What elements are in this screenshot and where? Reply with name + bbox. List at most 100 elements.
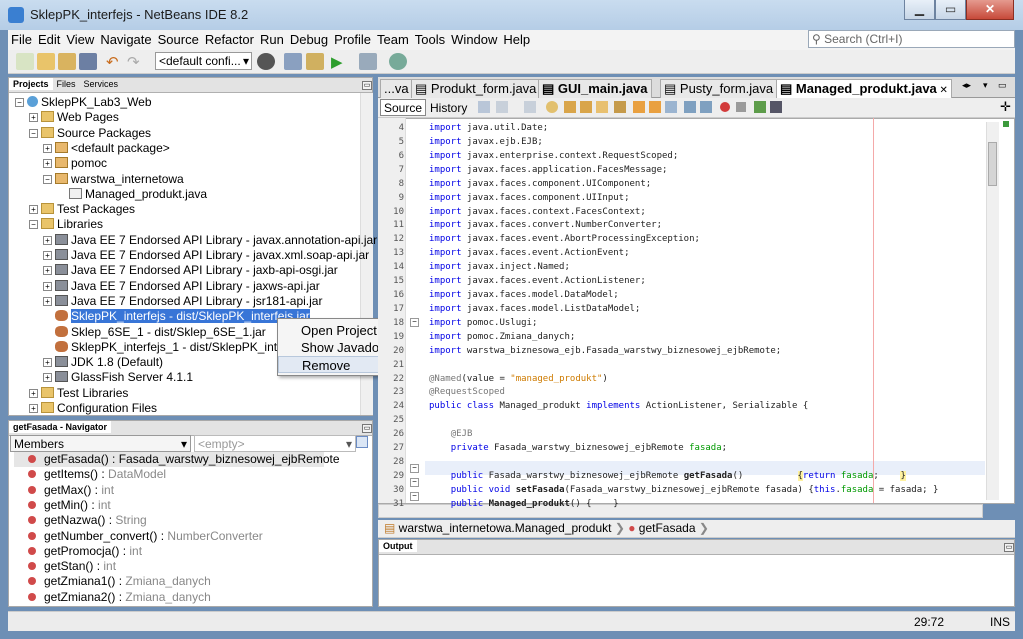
toggle-selection-icon[interactable] — [614, 101, 626, 113]
fold-toggle-icon[interactable]: − — [410, 464, 419, 473]
find-previous-icon[interactable] — [564, 101, 576, 113]
tree-node[interactable]: + Test Packages — [29, 202, 135, 217]
undo-icon[interactable]: ↶ — [106, 53, 124, 71]
editor-tab[interactable]: ▤ Pusty_form.java — [660, 79, 778, 98]
tab-list-icon[interactable]: ▾ — [983, 80, 988, 91]
navigator-member[interactable]: getMin() : int — [14, 498, 111, 513]
expand-icon[interactable]: + — [43, 251, 52, 260]
menu-refactor[interactable]: Refactor — [202, 30, 257, 47]
start-macro-icon[interactable] — [720, 102, 730, 112]
redo-icon[interactable]: ↷ — [127, 53, 145, 71]
code-line[interactable]: import warstwa_biznesowa_ejb.Fasada_wars… — [429, 344, 781, 358]
editor-tab[interactable]: ...va — [380, 79, 413, 98]
validate-icon[interactable] — [770, 101, 782, 113]
tree-node[interactable]: − SklepPK_Lab3_Web — [15, 95, 152, 110]
globe-icon[interactable] — [257, 53, 275, 70]
code-line[interactable]: public Fasada_warstwy_biznesowej_ejbRemo… — [429, 469, 906, 483]
code-line[interactable]: import javax.faces.model.ListDataModel; — [429, 302, 640, 316]
expand-icon[interactable]: + — [43, 143, 52, 153]
source-button[interactable]: Source — [380, 99, 427, 116]
stop-macro-icon[interactable] — [736, 102, 746, 112]
shift-left-icon[interactable] — [684, 101, 696, 113]
tree-node[interactable]: + Java EE 7 Endorsed API Library - jaxws-… — [43, 279, 320, 294]
navigator-member[interactable]: getStan() : int — [14, 559, 116, 574]
expand-icon[interactable]: + — [29, 113, 38, 123]
toggle-bookmark-icon[interactable] — [665, 101, 677, 113]
filter-options-icon[interactable] — [356, 436, 368, 448]
minimize-pane-icon[interactable]: ▭ — [362, 424, 372, 433]
tree-node[interactable]: + Test Libraries — [29, 386, 128, 401]
tab-files[interactable]: Files — [53, 78, 80, 90]
code-line[interactable]: @EJB — [429, 427, 473, 441]
expand-icon[interactable]: + — [43, 281, 52, 291]
ctx-show-javadoc[interactable]: Show Javadoc — [278, 339, 386, 356]
navigator-member[interactable]: getNumber_convert() : NumberConverter — [14, 529, 263, 544]
filter-select[interactable]: <empty> ▾ — [194, 435, 356, 452]
editor-tab[interactable]: ▤ GUI_main.java — [538, 79, 652, 98]
tab-scroll-left-icon[interactable]: ◂▸ — [962, 80, 971, 91]
collapse-icon[interactable]: − — [29, 220, 38, 230]
code-line[interactable]: private Fasada_warstwy_biznesowej_ejbRem… — [429, 441, 727, 455]
collapse-icon[interactable]: − — [43, 174, 52, 184]
previous-bookmark-icon[interactable] — [633, 101, 645, 113]
expand-icon[interactable]: + — [43, 373, 52, 383]
maximize-button[interactable]: ▭ — [935, 0, 966, 20]
build-icon[interactable] — [284, 53, 302, 70]
code-line[interactable]: import pomoc.Zmiana_danych; — [429, 330, 575, 344]
navigator-member[interactable]: getMax() : int — [14, 483, 114, 498]
tab-services[interactable]: Services — [80, 78, 123, 90]
next-bookmark-icon[interactable] — [649, 101, 661, 113]
code-line[interactable]: import javax.faces.model.DataModel; — [429, 288, 619, 302]
menu-source[interactable]: Source — [155, 30, 202, 47]
code-line[interactable]: import pomoc.Uslugi; — [429, 316, 537, 330]
code-line[interactable]: @Named(value = "managed_produkt") — [429, 372, 608, 386]
tree-node[interactable]: + Web Pages — [29, 110, 119, 125]
menu-profile[interactable]: Profile — [331, 30, 374, 47]
tree-node[interactable]: SklepPK_interfejs - dist/SklepPK_interfe… — [43, 309, 310, 324]
tree-node[interactable]: + pomoc — [43, 156, 107, 171]
code-line[interactable]: import javax.ejb.EJB; — [429, 135, 543, 149]
save-all-icon[interactable] — [79, 53, 97, 70]
tree-node[interactable]: + <default package> — [43, 141, 170, 156]
menu-help[interactable]: Help — [500, 30, 533, 47]
menu-view[interactable]: View — [63, 30, 97, 47]
expand-icon[interactable]: + — [29, 205, 38, 215]
tree-node[interactable]: + GlassFish Server 4.1.1 — [43, 370, 193, 385]
code-line[interactable]: import javax.faces.application.FacesMess… — [429, 163, 667, 177]
menu-edit[interactable]: Edit — [35, 30, 63, 47]
fold-toggle-icon[interactable]: − — [410, 478, 419, 487]
editor-tab-active[interactable]: ▤ Managed_produkt.java ✕ — [776, 79, 952, 98]
run-icon[interactable]: ▶ — [331, 53, 349, 71]
configuration-select[interactable]: <default confi... ▾ — [155, 52, 252, 70]
expand-icon[interactable]: + — [29, 404, 38, 413]
clean-build-icon[interactable] — [306, 53, 324, 70]
code-line[interactable]: import javax.inject.Named; — [429, 260, 570, 274]
editor-tab[interactable]: ▤ Produkt_form.java — [411, 79, 541, 98]
debug-icon[interactable] — [359, 53, 377, 70]
find-next-icon[interactable] — [580, 101, 592, 113]
tree-node[interactable]: + Configuration Files — [29, 401, 157, 416]
profile-icon[interactable] — [389, 53, 407, 70]
minimize-button[interactable]: ▁ — [904, 0, 935, 20]
tree-node[interactable]: + Java EE 7 Endorsed API Library - javax.… — [43, 248, 369, 263]
tree-node[interactable]: + Java EE 7 Endorsed API Library - jsr181… — [43, 294, 322, 309]
fold-toggle-icon[interactable]: − — [410, 318, 419, 327]
code-line[interactable]: public void setFasada(Fasada_warstwy_biz… — [429, 483, 939, 497]
code-line[interactable]: import javax.faces.event.ActionListener; — [429, 274, 646, 288]
ctx-open-project[interactable]: Open Project — [278, 322, 386, 339]
last-edit-icon[interactable] — [478, 101, 490, 113]
tree-node[interactable]: + Java EE 7 Endorsed API Library - jaxb-a… — [43, 263, 338, 278]
check-file-icon[interactable] — [754, 101, 766, 113]
navigator-member[interactable]: getZmiana2() : Zmiana_danych — [14, 590, 211, 605]
forward-icon[interactable] — [524, 101, 536, 113]
tree-node[interactable]: Sklep_6SE_1 - dist/Sklep_6SE_1.jar — [43, 325, 266, 340]
code-line[interactable]: @RequestScoped — [429, 385, 505, 399]
code-line[interactable]: import javax.faces.convert.NumberConvert… — [429, 218, 662, 232]
tree-node[interactable]: + JDK 1.8 (Default) — [43, 355, 163, 370]
code-line[interactable]: import javax.faces.event.ActionEvent; — [429, 246, 630, 260]
code-line[interactable]: public class Managed_produkt implements … — [429, 399, 808, 413]
back-icon[interactable] — [496, 101, 508, 113]
search-input[interactable]: ⚲ Search (Ctrl+I) — [808, 30, 1015, 48]
code-line[interactable]: import javax.enterprise.context.RequestS… — [429, 149, 678, 163]
open-project-icon[interactable] — [58, 53, 76, 70]
